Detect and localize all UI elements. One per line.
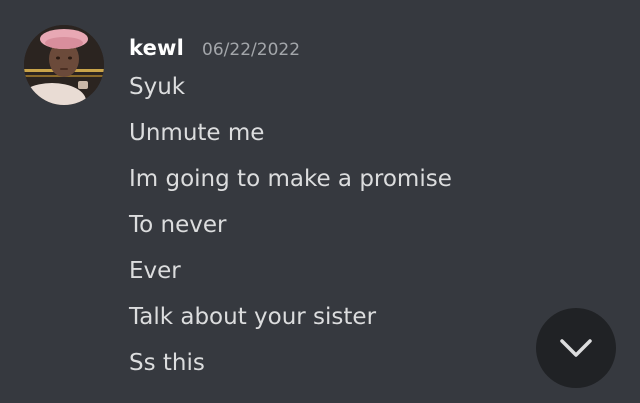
username[interactable]: kewl xyxy=(129,36,184,60)
avatar-image xyxy=(24,25,104,105)
chevron-down-icon xyxy=(560,339,592,357)
message-line: Ever xyxy=(129,258,181,284)
message-header: kewl 06/22/2022 xyxy=(129,36,300,66)
message-line: Im going to make a promise xyxy=(129,166,452,192)
message-line: To never xyxy=(129,212,227,238)
message-line: Talk about your sister xyxy=(129,304,377,330)
avatar[interactable] xyxy=(24,25,104,105)
message-line: Ss this xyxy=(129,350,205,376)
timestamp: 06/22/2022 xyxy=(202,40,301,60)
message-line: Syuk xyxy=(129,74,186,100)
message-line: Unmute me xyxy=(129,120,265,146)
jump-to-bottom-button[interactable] xyxy=(536,308,616,388)
